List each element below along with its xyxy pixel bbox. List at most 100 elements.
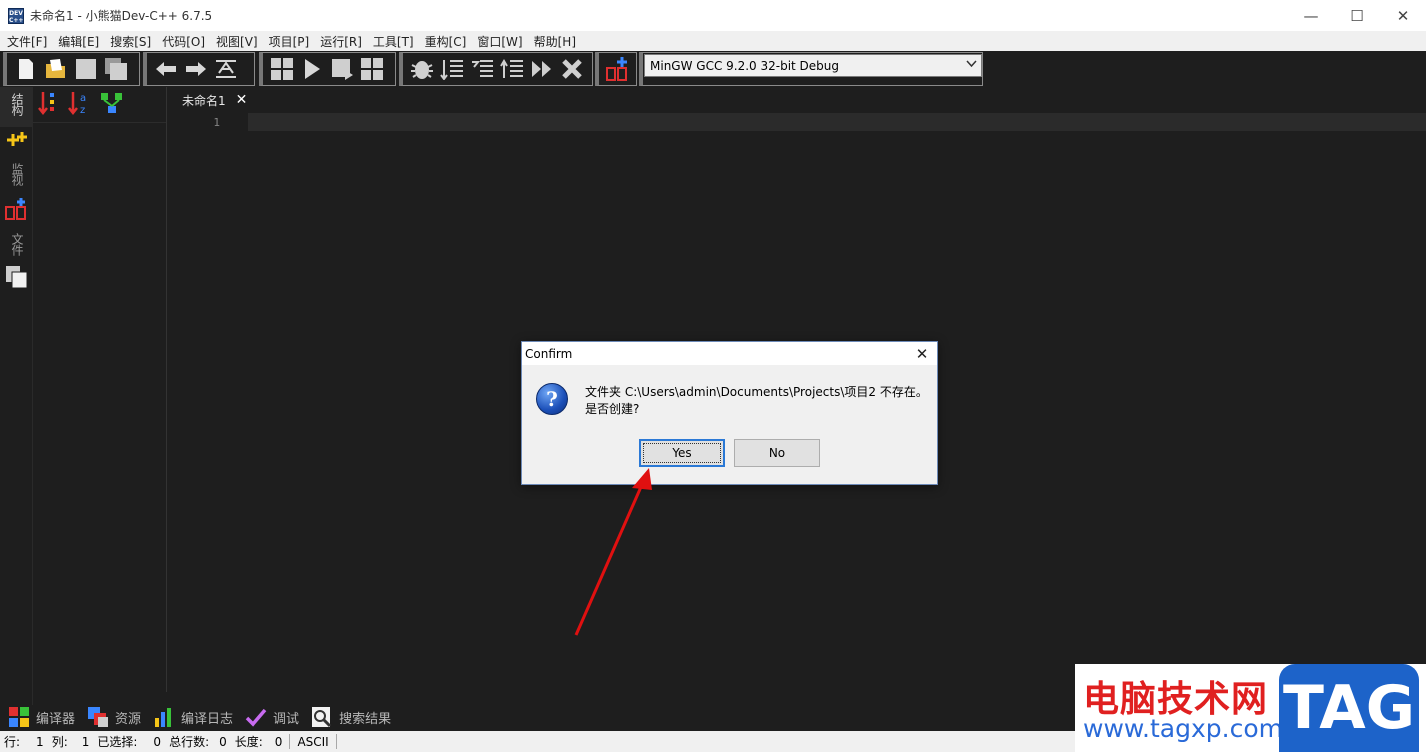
step-over-icon[interactable] <box>437 54 467 84</box>
menu-file[interactable]: 文件[F] <box>2 33 53 50</box>
status-col-value: 1 <box>81 734 90 749</box>
svg-text:a: a <box>80 93 86 104</box>
compile-run-icon[interactable] <box>327 54 357 84</box>
run-icon[interactable] <box>297 54 327 84</box>
new-project-icon[interactable] <box>603 54 633 84</box>
tab-watch[interactable]: 监视 <box>8 163 26 185</box>
code-editor-current-line[interactable] <box>248 113 1426 131</box>
status-col-label: 列: <box>51 735 68 749</box>
search-results-icon <box>311 706 333 728</box>
status-divider <box>289 734 291 749</box>
stop-debug-icon[interactable] <box>557 54 587 84</box>
tab-resources[interactable]: 资源 <box>87 706 141 728</box>
menu-code[interactable]: 代码[O] <box>157 33 211 50</box>
structure-icon <box>5 128 29 152</box>
step-into-icon[interactable] <box>467 54 497 84</box>
status-lines-value: 0 <box>219 734 227 749</box>
left-tab-strip: 结构 监视 文件 <box>0 87 33 705</box>
save-icon[interactable] <box>71 54 101 84</box>
tab-files[interactable]: 文件 <box>8 233 26 255</box>
class-browser-panel: az <box>33 87 167 692</box>
file-tab-label: 未命名1 <box>182 93 226 108</box>
line-number: 1 <box>213 116 220 129</box>
compiler-select[interactable]: MinGW GCC 9.2.0 32-bit Debug <box>644 54 982 77</box>
back-arrow-icon[interactable] <box>151 54 181 84</box>
watermark-url: www.tagxp.com <box>1083 714 1283 743</box>
svg-text:z: z <box>80 105 85 116</box>
window-controls: — ☐ ✕ <box>1288 0 1426 31</box>
minimize-button[interactable]: — <box>1288 0 1334 31</box>
show-inherited-icon[interactable] <box>99 91 125 118</box>
file-toolbar-group <box>3 52 140 86</box>
app-logo-icon: DEV C++ <box>8 7 24 24</box>
close-tab-icon[interactable]: ✕ <box>236 92 248 108</box>
tab-search-results[interactable]: 搜索结果 <box>311 706 391 728</box>
step-out-icon[interactable] <box>497 54 527 84</box>
forward-arrow-icon[interactable] <box>181 54 211 84</box>
status-lines-label: 总行数: <box>169 735 210 749</box>
tab-compiler[interactable]: 编译器 <box>8 706 75 728</box>
no-button-label: No <box>768 446 786 460</box>
tab-compile-log-label: 编译日志 <box>181 711 234 727</box>
compile-log-icon <box>153 706 175 728</box>
window-title: 未命名1 - 小熊猫Dev-C++ 6.7.5 <box>30 9 213 23</box>
continue-icon[interactable] <box>527 54 557 84</box>
open-folder-icon[interactable] <box>41 54 71 84</box>
status-length-value: 0 <box>274 734 283 749</box>
close-window-button[interactable]: ✕ <box>1380 0 1426 31</box>
rebuild-all-icon[interactable] <box>357 54 387 84</box>
compiler-icon <box>8 706 30 728</box>
menu-project[interactable]: 项目[P] <box>264 33 316 50</box>
status-divider <box>335 734 337 749</box>
navigation-toolbar-group <box>143 52 255 86</box>
debug-bug-icon[interactable] <box>407 54 437 84</box>
tab-resources-label: 资源 <box>115 711 142 727</box>
menu-edit[interactable]: 编辑[E] <box>53 33 105 50</box>
save-all-icon[interactable] <box>101 54 131 84</box>
tab-compiler-label: 编译器 <box>36 711 76 727</box>
menu-window[interactable]: 窗口[W] <box>472 33 528 50</box>
menu-run[interactable]: 运行[R] <box>315 33 368 50</box>
status-row-value: 1 <box>36 734 44 749</box>
menu-help[interactable]: 帮助[H] <box>529 33 582 50</box>
status-length-label: 长度: <box>234 735 263 749</box>
format-code-icon[interactable] <box>211 54 241 84</box>
files-icon <box>5 265 29 289</box>
debug-check-icon <box>245 706 267 728</box>
watermark: 电脑技术网 www.tagxp.com TAG <box>1075 664 1426 752</box>
line-number-gutter: 1 <box>178 112 248 692</box>
compiler-select-value: MinGW GCC 9.2.0 32-bit Debug <box>650 58 840 73</box>
dialog-message-line1: 文件夹 C:\Users\admin\Documents\Projects\项目… <box>585 385 928 399</box>
menu-search[interactable]: 搜索[S] <box>105 33 157 50</box>
tab-compile-log[interactable]: 编译日志 <box>153 706 233 728</box>
dialog-title: Confirm <box>525 346 573 361</box>
status-encoding: ASCII <box>297 734 329 749</box>
menu-refactor[interactable]: 重构[C] <box>420 33 473 50</box>
panel-toolbar: az <box>33 87 166 123</box>
no-button[interactable]: No <box>734 439 820 467</box>
compile-icon[interactable] <box>267 54 297 84</box>
toolbar: MinGW GCC 9.2.0 32-bit Debug <box>0 51 1426 87</box>
status-selected-value: 0 <box>153 734 162 749</box>
tab-debug-label: 调试 <box>273 711 300 727</box>
sort-by-type-icon[interactable] <box>37 90 61 119</box>
status-selected-label: 已选择: <box>97 735 138 749</box>
tab-search-results-label: 搜索结果 <box>339 711 392 727</box>
new-file-icon[interactable] <box>11 54 41 84</box>
maximize-button[interactable]: ☐ <box>1334 0 1380 31</box>
dialog-message-line2: 是否创建? <box>585 402 640 416</box>
project-toolbar-group <box>595 52 637 86</box>
file-tab[interactable]: 未命名1 ✕ <box>178 89 254 111</box>
status-row-label: 行: <box>4 735 21 749</box>
menu-view[interactable]: 视图[V] <box>211 33 264 50</box>
tab-structure[interactable]: 结构 <box>8 93 26 115</box>
tab-debug[interactable]: 调试 <box>245 706 299 728</box>
run-toolbar-group <box>259 52 396 86</box>
annotation-arrow-icon <box>574 468 652 636</box>
menu-tools[interactable]: 工具[T] <box>368 33 420 50</box>
dialog-close-button[interactable]: ✕ <box>907 342 937 365</box>
question-icon: ? <box>536 383 568 415</box>
sort-alpha-icon[interactable]: az <box>67 90 93 119</box>
watermark-logo: TAG <box>1279 664 1419 752</box>
title-bar: DEV C++ 未命名1 - 小熊猫Dev-C++ 6.7.5 — ☐ ✕ <box>0 0 1426 31</box>
